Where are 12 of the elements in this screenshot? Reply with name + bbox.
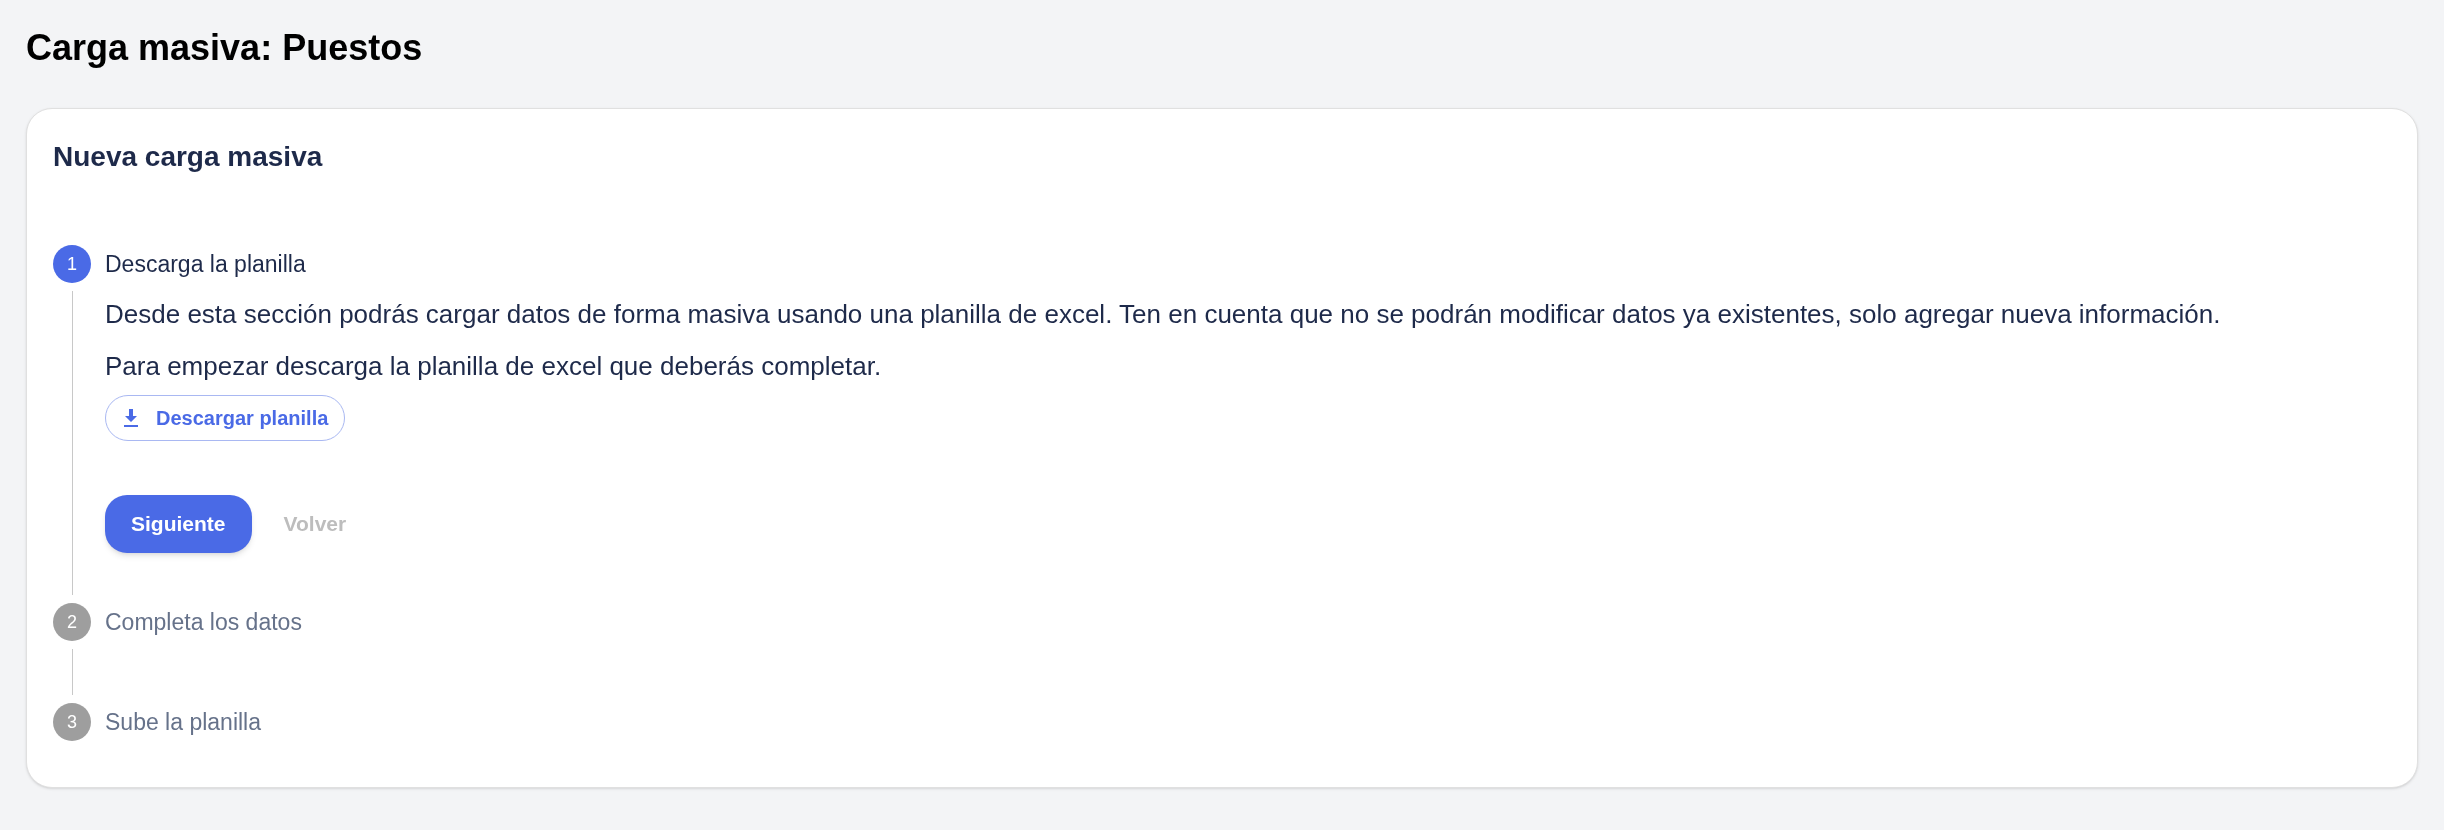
step-number: 2 [53, 603, 91, 641]
download-icon [122, 408, 140, 428]
description-text: Para empezar descarga la planilla de excel que deberás completar. [105, 350, 883, 383]
step-label: Sube la planilla [105, 707, 261, 737]
next-button[interactable]: Siguiente [105, 495, 252, 553]
step-label: Completa los datos [105, 607, 302, 637]
step-number: 3 [53, 703, 91, 741]
page-title: Carga masiva: Puestos [26, 26, 424, 70]
card-title: Nueva carga masiva [53, 140, 324, 174]
step-number: 1 [53, 245, 91, 283]
step-label: Descarga la planilla [105, 249, 306, 279]
description-text: Desde esta sección podrás cargar datos de forma masiva usando una planilla de excel. Ten en cuenta que no se podrán modificar datos ya existentes, solo agregar nueva información. [105, 298, 2222, 331]
